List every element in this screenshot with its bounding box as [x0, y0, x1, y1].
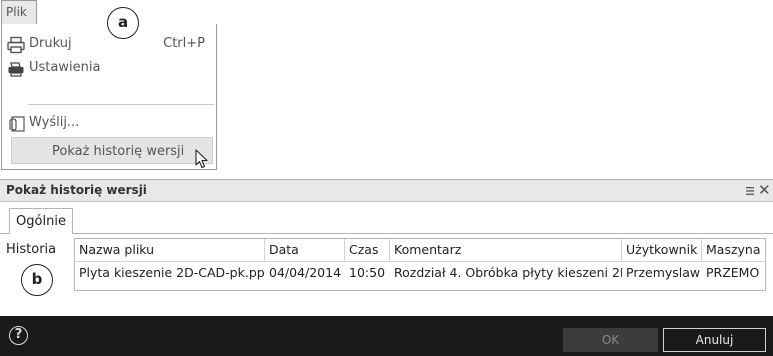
- column-header-date[interactable]: Data: [265, 239, 345, 261]
- callout-b: b: [21, 264, 53, 296]
- column-header-user[interactable]: Użytkownik: [622, 239, 702, 261]
- cancel-button[interactable]: Anuluj: [663, 328, 766, 352]
- column-header-comment[interactable]: Komentarz: [390, 239, 622, 261]
- column-header-time[interactable]: Czas: [345, 239, 390, 261]
- callout-a: a: [107, 7, 139, 39]
- printer-icon: [7, 36, 25, 54]
- menu-item-send-label: Wyślij...: [29, 115, 80, 130]
- cell-file-name: Plyta kieszenie 2D-CAD-pk.ppf: [79, 265, 265, 280]
- mouse-cursor-icon: [195, 149, 208, 169]
- tab-general[interactable]: Ogólnie: [9, 208, 73, 234]
- menu-item-send[interactable]: Wyślij...: [6, 111, 213, 135]
- cell-user: Przemyslaw: [626, 265, 701, 280]
- menu-item-show-version-history-label: Pokaż historię wersji: [52, 144, 185, 159]
- file-menu-tab[interactable]: Plik: [1, 0, 37, 24]
- column-header-machine[interactable]: Maszyna: [702, 239, 765, 261]
- version-history-table: Nazwa pliku Data Czas Komentarz Użytkown…: [74, 238, 766, 291]
- column-header-file-name[interactable]: Nazwa pliku: [75, 239, 265, 261]
- cell-date: 04/04/2014: [269, 265, 342, 280]
- menu-item-print-label: Drukuj: [29, 36, 72, 51]
- table-row[interactable]: Plyta kieszenie 2D-CAD-pk.ppf 04/04/2014…: [75, 262, 765, 284]
- file-menu-panel: Drukuj Ctrl+P Ustawienia Wyślij... Pokaż…: [1, 24, 217, 170]
- cell-comment: Rozdział 4. Obróbka płyty kieszeni 2D.: [394, 265, 622, 280]
- history-section-label: Historia: [6, 242, 57, 257]
- menu-item-settings-label: Ustawienia: [29, 60, 101, 75]
- ok-button[interactable]: OK: [563, 328, 658, 352]
- send-attachment-icon: [9, 116, 25, 132]
- print-settings-icon: [8, 62, 24, 77]
- menu-lines-icon[interactable]: [745, 186, 755, 196]
- table-header: Nazwa pliku Data Czas Komentarz Użytkown…: [75, 239, 765, 262]
- menu-item-show-version-history[interactable]: Pokaż historię wersji: [11, 137, 213, 164]
- dialog-title-bar: Pokaż historię wersji ✕: [0, 180, 773, 202]
- menu-item-settings[interactable]: Ustawienia: [6, 56, 213, 80]
- cell-machine: PRZEMO: [706, 265, 760, 280]
- help-icon[interactable]: ?: [9, 326, 28, 345]
- close-icon[interactable]: ✕: [758, 180, 771, 200]
- tab-baseline: [0, 233, 9, 234]
- dialog-button-bar: ? OK Anuluj: [0, 316, 773, 356]
- dialog-title: Pokaż historię wersji: [6, 183, 147, 197]
- menu-item-print[interactable]: Drukuj Ctrl+P: [6, 32, 213, 56]
- cell-time: 10:50: [349, 265, 386, 280]
- tab-baseline: [73, 233, 773, 234]
- menu-separator: [28, 104, 214, 105]
- version-history-dialog: Pokaż historię wersji ✕ Ogólnie Historia…: [0, 179, 773, 356]
- menu-item-print-shortcut: Ctrl+P: [163, 36, 205, 51]
